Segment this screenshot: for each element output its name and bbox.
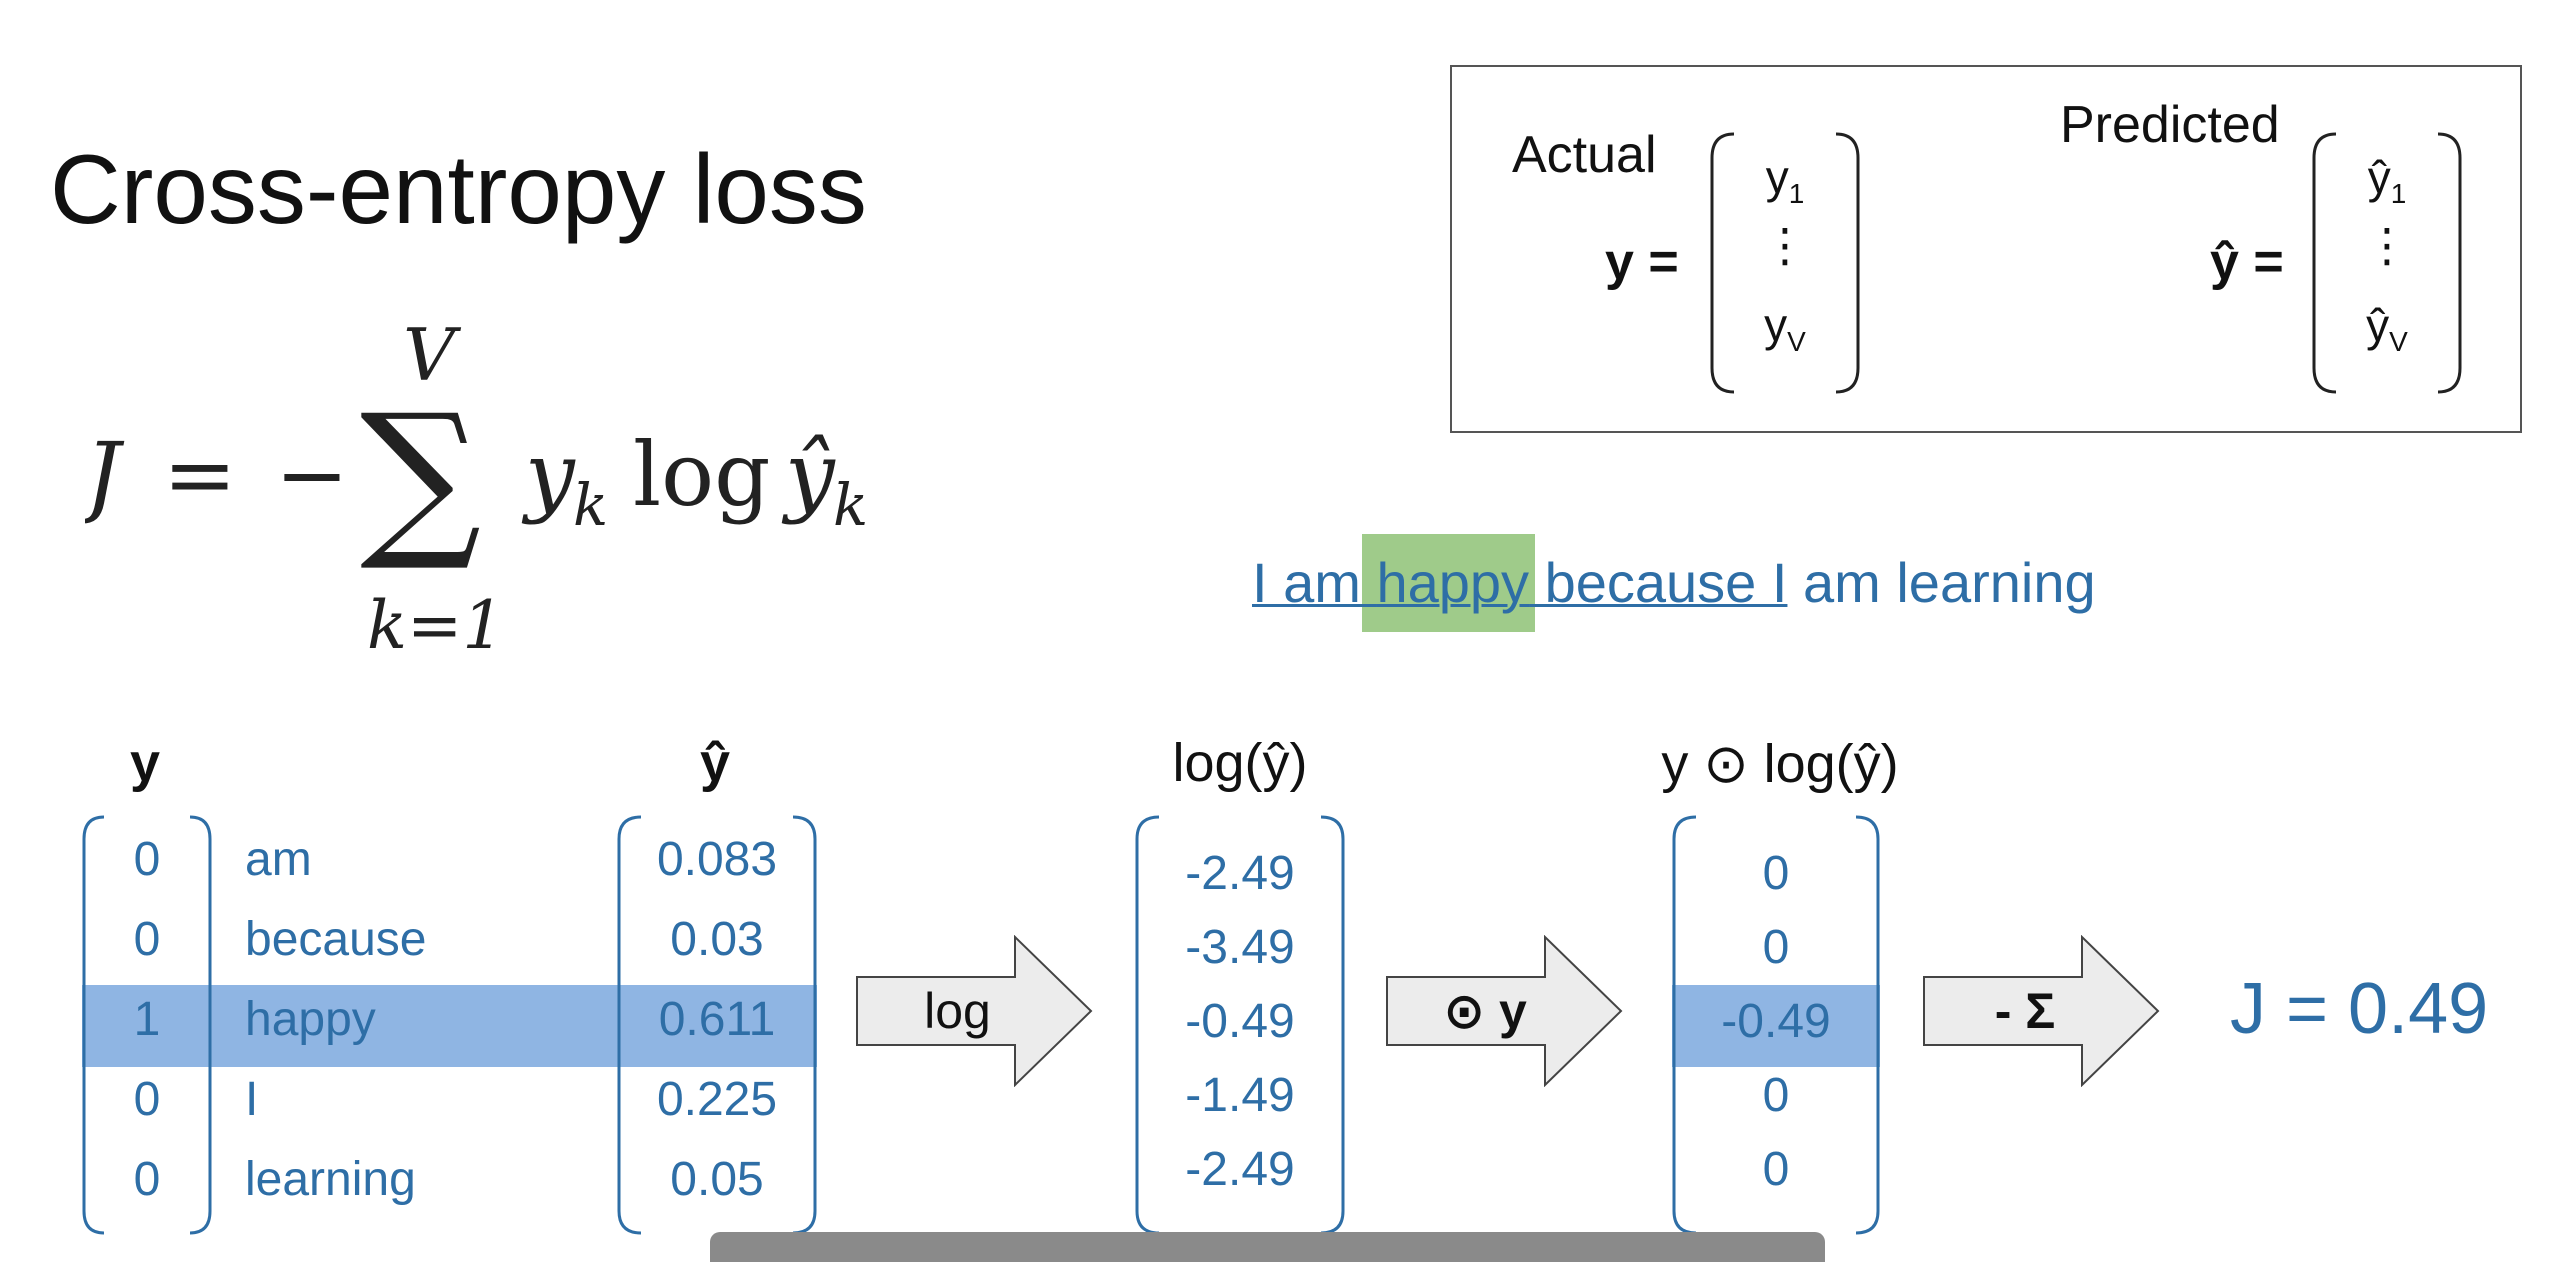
- predicted-label: Predicted: [2060, 96, 2280, 154]
- vocab-word: am: [245, 833, 312, 886]
- yhat-value: 0.083: [656, 833, 778, 886]
- header-yhat: ŷ: [699, 733, 731, 793]
- formula-equals: =: [163, 423, 237, 526]
- formula-yhat-sub: k: [833, 471, 868, 539]
- log-value: -3.49: [1185, 921, 1295, 974]
- header-y-odot-log: y ⊙ log(ŷ): [1661, 734, 1899, 794]
- y-value: 0: [133, 1073, 161, 1126]
- log-arrow-label: log: [924, 983, 991, 1039]
- product-value: 0: [1762, 1069, 1790, 1122]
- vocab-word: happy: [245, 993, 376, 1046]
- context-words-left: I am: [1252, 551, 1377, 614]
- actual-dots: ⋮: [1762, 219, 1808, 271]
- vocab-word: learning: [245, 1153, 416, 1206]
- actual-label: Actual: [1512, 126, 1657, 184]
- formula-minus: −: [275, 423, 349, 526]
- formula-sigma: ∑: [360, 378, 481, 576]
- formula-y-sub: k: [573, 471, 608, 539]
- actual-y-equals: y =: [1605, 233, 1679, 291]
- vocabulary-list: am because happy I learning: [245, 820, 565, 1220]
- yhat-value: 0.611: [658, 993, 776, 1046]
- product-value: 0: [1762, 1143, 1790, 1196]
- log-value: -2.49: [1185, 847, 1295, 900]
- y-value: 0: [133, 913, 161, 966]
- log-value: -2.49: [1185, 1143, 1295, 1196]
- formula-yhat: ŷ: [781, 423, 836, 526]
- log-value: -1.49: [1185, 1069, 1295, 1122]
- formula-upper-limit: V: [403, 320, 462, 397]
- y-value: 0: [133, 833, 161, 886]
- formula-lhs: J: [85, 423, 125, 526]
- yhat-value: 0.225: [656, 1073, 778, 1126]
- predicted-dots: ⋮: [2364, 219, 2410, 271]
- formula-y: y: [521, 423, 576, 526]
- header-log-yhat: log(ŷ): [1172, 733, 1308, 793]
- product-value: 0: [1762, 921, 1790, 974]
- odot-y-arrow-label: ⊙ y: [1443, 983, 1527, 1039]
- formula-log: log: [633, 423, 770, 526]
- example-sentence: I am happy because I am learning: [1252, 548, 2096, 618]
- formula-lower-limit: k=1: [367, 587, 504, 664]
- vocab-word: because: [245, 913, 427, 966]
- y-vector: 0 0 1 0 0: [82, 820, 212, 1220]
- header-y: y: [129, 733, 161, 793]
- log-vector: -2.49 -3.49 -0.49 -1.49 -2.49: [1135, 837, 1345, 1207]
- remaining-words: am learning: [1787, 551, 2096, 614]
- yhat-vector: 0.083 0.03 0.611 0.225 0.05: [617, 820, 817, 1220]
- context-words-right: because I: [1529, 551, 1788, 614]
- predicted-yhat1: ŷ1: [2367, 151, 2407, 210]
- vocab-word: I: [245, 1073, 259, 1126]
- neg-sum-arrow-label: - Σ: [1994, 983, 2056, 1039]
- bottom-overlay-bar: [710, 1232, 1825, 1262]
- y-value: 0: [133, 1153, 161, 1206]
- cross-entropy-formula: J = − ∑ V k=1 y k log ŷ k: [85, 320, 868, 664]
- yhat-value: 0.05: [670, 1153, 764, 1206]
- product-value: 0: [1762, 847, 1790, 900]
- product-vector: 0 0 -0.49 0 0: [1672, 837, 1880, 1207]
- actual-y1: y1: [1765, 151, 1805, 210]
- predicted-yhat-equals: ŷ =: [2210, 233, 2284, 291]
- center-word: happy: [1376, 551, 1530, 614]
- yhat-value: 0.03: [670, 913, 764, 966]
- loss-result: J = 0.49: [2230, 969, 2489, 1049]
- predicted-yhatv: ŷV: [2366, 299, 2408, 358]
- actual-yv: yV: [1764, 299, 1806, 358]
- log-value: -0.49: [1185, 995, 1295, 1048]
- product-value: -0.49: [1721, 995, 1831, 1048]
- y-value: 1: [133, 993, 161, 1046]
- slide-title: Cross-entropy loss: [50, 134, 867, 244]
